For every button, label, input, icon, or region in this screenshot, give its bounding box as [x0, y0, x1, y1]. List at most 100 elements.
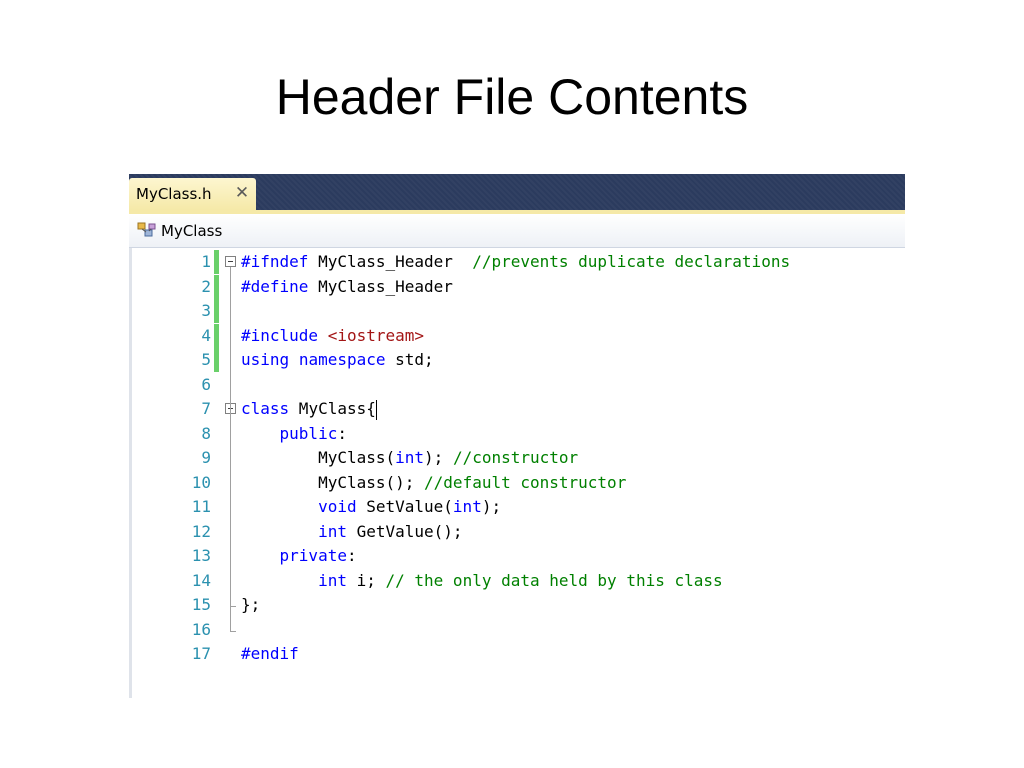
code-token: //constructor: [452, 448, 579, 467]
code-line[interactable]: 17 #endif: [129, 642, 905, 666]
fold-guide-end: [230, 606, 236, 607]
code-text: #ifndef MyClass_Header //prevents duplic…: [241, 250, 790, 274]
code-line[interactable]: 14 int i; // the only data held by this …: [129, 569, 905, 593]
line-number: 15: [191, 595, 211, 614]
code-token: int: [452, 497, 482, 516]
code-line[interactable]: 16: [129, 618, 905, 642]
fold-guide-end: [230, 630, 236, 632]
navigation-bar[interactable]: MyClass: [129, 214, 905, 248]
code-token: <iostream>: [327, 325, 425, 345]
code-line[interactable]: 7 class MyClass{: [129, 397, 905, 421]
line-number: 16: [191, 619, 211, 639]
code-token: i;: [346, 570, 386, 590]
class-icon: [137, 221, 159, 241]
line-number: 14: [191, 570, 211, 590]
code-token: #include: [241, 325, 319, 345]
code-line[interactable]: 5 using namespace std;: [129, 348, 905, 372]
code-token: #endif: [241, 644, 299, 663]
code-token: GetValue();: [346, 521, 463, 541]
line-number: 3: [201, 301, 211, 320]
code-text: };: [241, 593, 260, 617]
code-token: //prevents duplicate declarations: [472, 252, 791, 271]
code-token: );: [424, 448, 453, 467]
code-line[interactable]: 2 #define MyClass_Header: [129, 274, 905, 299]
code-text: #include <iostream>: [241, 324, 424, 348]
change-marker: [214, 348, 219, 372]
code-token: std;: [385, 350, 434, 369]
collapse-icon[interactable]: [225, 256, 236, 267]
code-token: //default constructor: [424, 472, 627, 492]
line-number: 10: [191, 472, 211, 492]
code-token: void: [318, 497, 357, 516]
document-tab-strip: MyClass.h ✕: [129, 174, 905, 210]
line-number: 1: [201, 252, 211, 271]
code-token: using: [241, 350, 290, 369]
code-text: #endif: [241, 642, 299, 666]
code-line[interactable]: 3: [129, 299, 905, 323]
slide-title: Header File Contents: [275, 69, 749, 125]
code-line[interactable]: 11 void SetValue(int);: [129, 495, 905, 519]
code-text: void SetValue(int);: [241, 495, 501, 519]
code-token: MyClass_Header: [308, 252, 473, 271]
code-editor-window: MyClass.h ✕ MyClass 1 #ifndef MyClass_Hea…: [129, 174, 905, 698]
code-text: int i; // the only data held by this cla…: [241, 569, 723, 593]
code-text: private:: [241, 544, 357, 568]
code-line[interactable]: 1 #ifndef MyClass_Header //prevents dupli…: [129, 250, 905, 274]
code-token: );: [481, 497, 502, 516]
line-number: 9: [201, 448, 211, 467]
code-text: MyClass(int); //constructor: [241, 446, 578, 470]
code-line[interactable]: 12 int GetValue();: [129, 520, 905, 544]
code-line[interactable]: 10 MyClass(); //default constructor: [129, 471, 905, 495]
line-number: 8: [201, 423, 211, 443]
fold-guide: [230, 414, 231, 606]
change-marker: [214, 323, 219, 348]
line-number: 11: [191, 497, 211, 516]
close-icon[interactable]: ✕: [233, 182, 251, 204]
code-line[interactable]: 13 private:: [129, 544, 905, 568]
code-editor[interactable]: 1 #ifndef MyClass_Header //prevents dupli…: [129, 248, 905, 698]
code-line[interactable]: 15};: [129, 593, 905, 617]
code-token: namespace: [298, 350, 386, 369]
code-token: int: [318, 570, 347, 590]
navigation-class-label: MyClass: [161, 221, 223, 240]
change-marker: [214, 299, 219, 323]
code-text: using namespace std;: [241, 348, 434, 372]
code-line[interactable]: 6: [129, 373, 905, 397]
code-text: class MyClass{: [241, 397, 377, 421]
code-line[interactable]: 8 public:: [129, 422, 905, 446]
code-token: // the only data held by this class: [385, 570, 723, 590]
code-line[interactable]: 9 MyClass(int); //constructor: [129, 446, 905, 470]
text-caret: [375, 399, 377, 420]
code-token: int: [395, 448, 425, 467]
code-token: private: [279, 546, 347, 565]
line-number: 2: [201, 276, 211, 296]
tab-label: MyClass.h: [136, 185, 212, 203]
change-marker: [214, 250, 219, 274]
code-token: :: [346, 546, 357, 565]
code-token: :: [337, 423, 347, 443]
code-text: int GetValue();: [241, 520, 463, 544]
tab-myclass-h[interactable]: MyClass.h ✕: [129, 178, 256, 210]
code-token: SetValue(: [356, 497, 453, 516]
code-text: public:: [241, 422, 347, 446]
line-number: 6: [201, 374, 211, 394]
line-number: 4: [201, 325, 211, 345]
line-number: 7: [201, 399, 211, 418]
code-token: #ifndef: [241, 252, 309, 271]
change-marker: [214, 274, 219, 299]
code-line[interactable]: 4 #include <iostream>: [129, 323, 905, 348]
code-token: class: [241, 399, 290, 418]
line-number: 5: [201, 350, 211, 369]
line-number: 12: [191, 521, 211, 541]
line-number: 17: [191, 644, 211, 663]
code-token: public: [279, 423, 338, 443]
code-token: MyClass_Header: [308, 276, 453, 296]
code-text: #define MyClass_Header: [241, 275, 453, 299]
